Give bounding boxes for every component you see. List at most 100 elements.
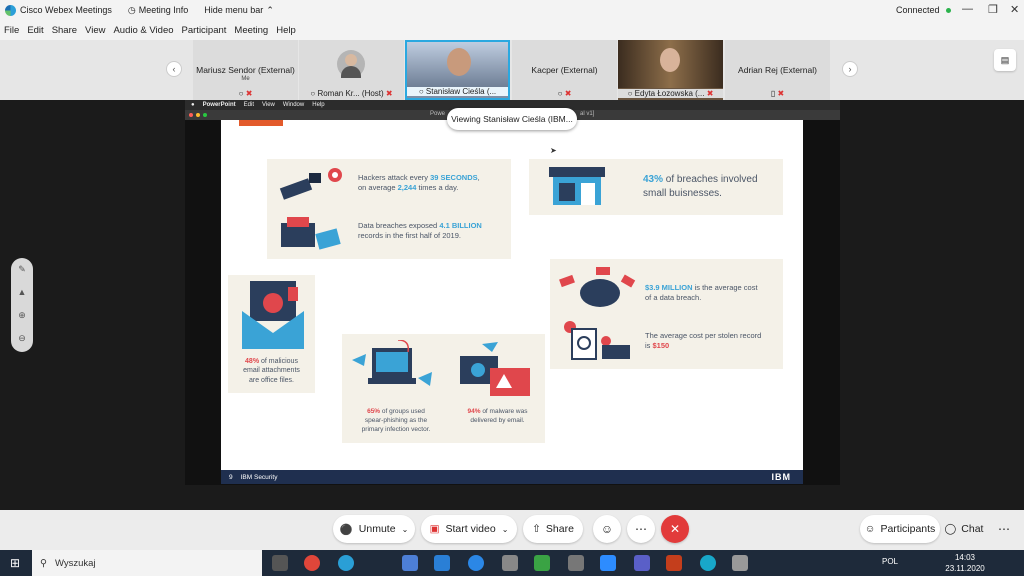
menu-view[interactable]: View: [85, 25, 105, 36]
video-off-icon: ▣: [429, 523, 440, 535]
phone-icon: ▯: [770, 89, 776, 98]
more-panels-icon[interactable]: ⋯: [990, 515, 1018, 543]
piggy-bank-icon: [559, 267, 636, 307]
share-icon: ⇧: [532, 523, 541, 535]
zoom-out-icon[interactable]: ⊖: [11, 327, 33, 350]
hacker-hand-icon: [279, 168, 342, 200]
app-name: Cisco Webex Meetings: [20, 5, 112, 15]
more-options-icon[interactable]: ⋯: [627, 515, 655, 543]
zoom-icon[interactable]: [600, 555, 616, 571]
close-icon[interactable]: ✕: [1010, 3, 1019, 16]
windows-start-icon[interactable]: ⊞: [10, 556, 20, 570]
stats-panel-email: 48% of malicious email attachments are o…: [228, 275, 315, 393]
email-skull-icon: [242, 281, 304, 349]
annotate-icon[interactable]: ✎: [11, 258, 33, 281]
headset-icon: ○: [557, 89, 563, 98]
layout-icon[interactable]: ▤: [994, 49, 1016, 71]
menu-help[interactable]: Help: [276, 25, 296, 36]
chevron-down-icon: ⌄: [501, 524, 509, 534]
menu-participant[interactable]: Participant: [182, 25, 227, 36]
connected-dot-icon: [945, 8, 951, 14]
fingerprint-card-icon: [564, 321, 630, 360]
mac-close-icon: [189, 113, 193, 117]
safari-icon[interactable]: [468, 555, 484, 571]
taskbar-search[interactable]: ⚲ Wyszukaj: [32, 550, 262, 576]
menu-edit[interactable]: Edit: [27, 25, 43, 36]
mail-icon[interactable]: [434, 555, 450, 571]
title-bar: Cisco Webex Meetings ◷ Meeting Info Hide…: [0, 0, 1024, 20]
annotation-toolbar: ✎ ▲ ⊕ ⊖: [11, 258, 33, 352]
chrome-icon[interactable]: [304, 555, 320, 571]
menu-bar: File Edit Share View Audio & Video Parti…: [0, 20, 1024, 40]
headset-icon: ○: [310, 89, 316, 98]
unmute-button[interactable]: ⚫ Unmute ⌄: [333, 515, 415, 543]
participant-tile[interactable]: Adrian Rej (External) ▯ ✖: [725, 40, 830, 100]
strip-prev-icon[interactable]: ‹: [166, 61, 182, 77]
teams-icon[interactable]: [634, 555, 650, 571]
pointer-icon[interactable]: ▲: [11, 281, 33, 304]
package-icon[interactable]: [502, 555, 518, 571]
mic-muted-icon: ✖: [777, 89, 785, 98]
maximize-icon[interactable]: ❐: [988, 3, 998, 16]
headset-icon: ○: [238, 89, 244, 98]
stats-panel-hackers: Hackers attack every 39 SECONDS, on aver…: [267, 159, 511, 259]
edge-icon[interactable]: [338, 555, 354, 571]
data-folder-icon: [281, 217, 341, 250]
mic-muted-icon: ✖: [564, 89, 572, 98]
malware-warning-icon: [460, 342, 530, 396]
webex-logo-icon: [5, 4, 16, 16]
menu-audio-video[interactable]: Audio & Video: [113, 25, 173, 36]
participants-button[interactable]: ☺ Participants: [860, 515, 940, 543]
app-icon[interactable]: [534, 555, 550, 571]
viewing-indicator[interactable]: Viewing Stanisław Cieśla (IBM...: [447, 108, 577, 130]
stats-panel-costs: $3.9 MILLION is the average cost of a da…: [550, 259, 783, 369]
participant-tile[interactable]: Kacper (External) ○ ✖: [512, 40, 617, 100]
mac-max-icon: [203, 113, 207, 117]
participant-tile[interactable]: Mariusz Sendor (External) Me ○ ✖: [193, 40, 298, 100]
task-view-icon[interactable]: [272, 555, 288, 571]
people-icon: ☺: [864, 523, 876, 535]
participant-tile[interactable]: ○ Edyta Łozowska (... ✖: [618, 40, 723, 100]
mic-muted-icon: ⚫: [339, 523, 353, 536]
connection-status: Connected: [896, 5, 951, 15]
avatar: [337, 50, 365, 78]
app-icon[interactable]: [568, 555, 584, 571]
search-icon: ⚲: [40, 557, 47, 569]
app-icon[interactable]: [732, 555, 748, 571]
taskbar-clock[interactable]: 14:03 23.11.2020: [940, 552, 990, 574]
chevron-down-icon: ⌄: [401, 524, 409, 534]
storefront-icon: [549, 167, 605, 205]
start-video-button[interactable]: ▣ Start video ⌄: [421, 515, 517, 543]
reactions-icon[interactable]: ☺: [593, 515, 621, 543]
apple-icon: ●: [191, 102, 195, 108]
webex-icon[interactable]: [700, 555, 716, 571]
minimize-icon[interactable]: —: [962, 3, 973, 15]
stats-panel-small-business: 43% of breaches involved small buisnesse…: [529, 159, 783, 215]
participant-tile[interactable]: ○ Roman Kr... (Host) ✖: [299, 40, 404, 100]
menu-share[interactable]: Share: [52, 25, 77, 36]
speaker-face: [660, 48, 680, 72]
language-indicator[interactable]: POL: [882, 557, 898, 566]
hide-menu-bar-button[interactable]: Hide menu bar ⌃: [204, 5, 274, 16]
mouse-cursor-icon: ➤: [550, 146, 557, 155]
chevron-up-icon: ⌃: [266, 4, 274, 15]
strip-next-icon[interactable]: ›: [842, 61, 858, 77]
chat-button[interactable]: ◯ Chat: [940, 515, 988, 543]
share-button[interactable]: ⇧ Share: [523, 515, 583, 543]
powerpoint-icon[interactable]: [666, 555, 682, 571]
stats-panel-phishing: 65% of groups used spear-phishing as the…: [342, 334, 545, 443]
meeting-info-button[interactable]: ◷ Meeting Info: [128, 5, 188, 16]
participant-tile-active-speaker[interactable]: ○ Stanisław Cieśla (...: [405, 40, 510, 100]
headset-icon: ○: [418, 87, 424, 96]
menu-file[interactable]: File: [4, 25, 19, 36]
slide: Hackers attack every 39 SECONDS, on aver…: [221, 120, 803, 470]
leave-meeting-icon[interactable]: ✕: [661, 515, 689, 543]
headset-icon: ○: [627, 89, 633, 98]
speaker-face: [447, 48, 471, 76]
zoom-in-icon[interactable]: ⊕: [11, 304, 33, 327]
store-icon[interactable]: [402, 555, 418, 571]
slide-footer: 9 IBM Security IBM: [221, 470, 803, 484]
menu-meeting[interactable]: Meeting: [234, 25, 268, 36]
slide-accent-bar: [239, 120, 283, 126]
mic-muted-icon: ✖: [245, 89, 253, 98]
